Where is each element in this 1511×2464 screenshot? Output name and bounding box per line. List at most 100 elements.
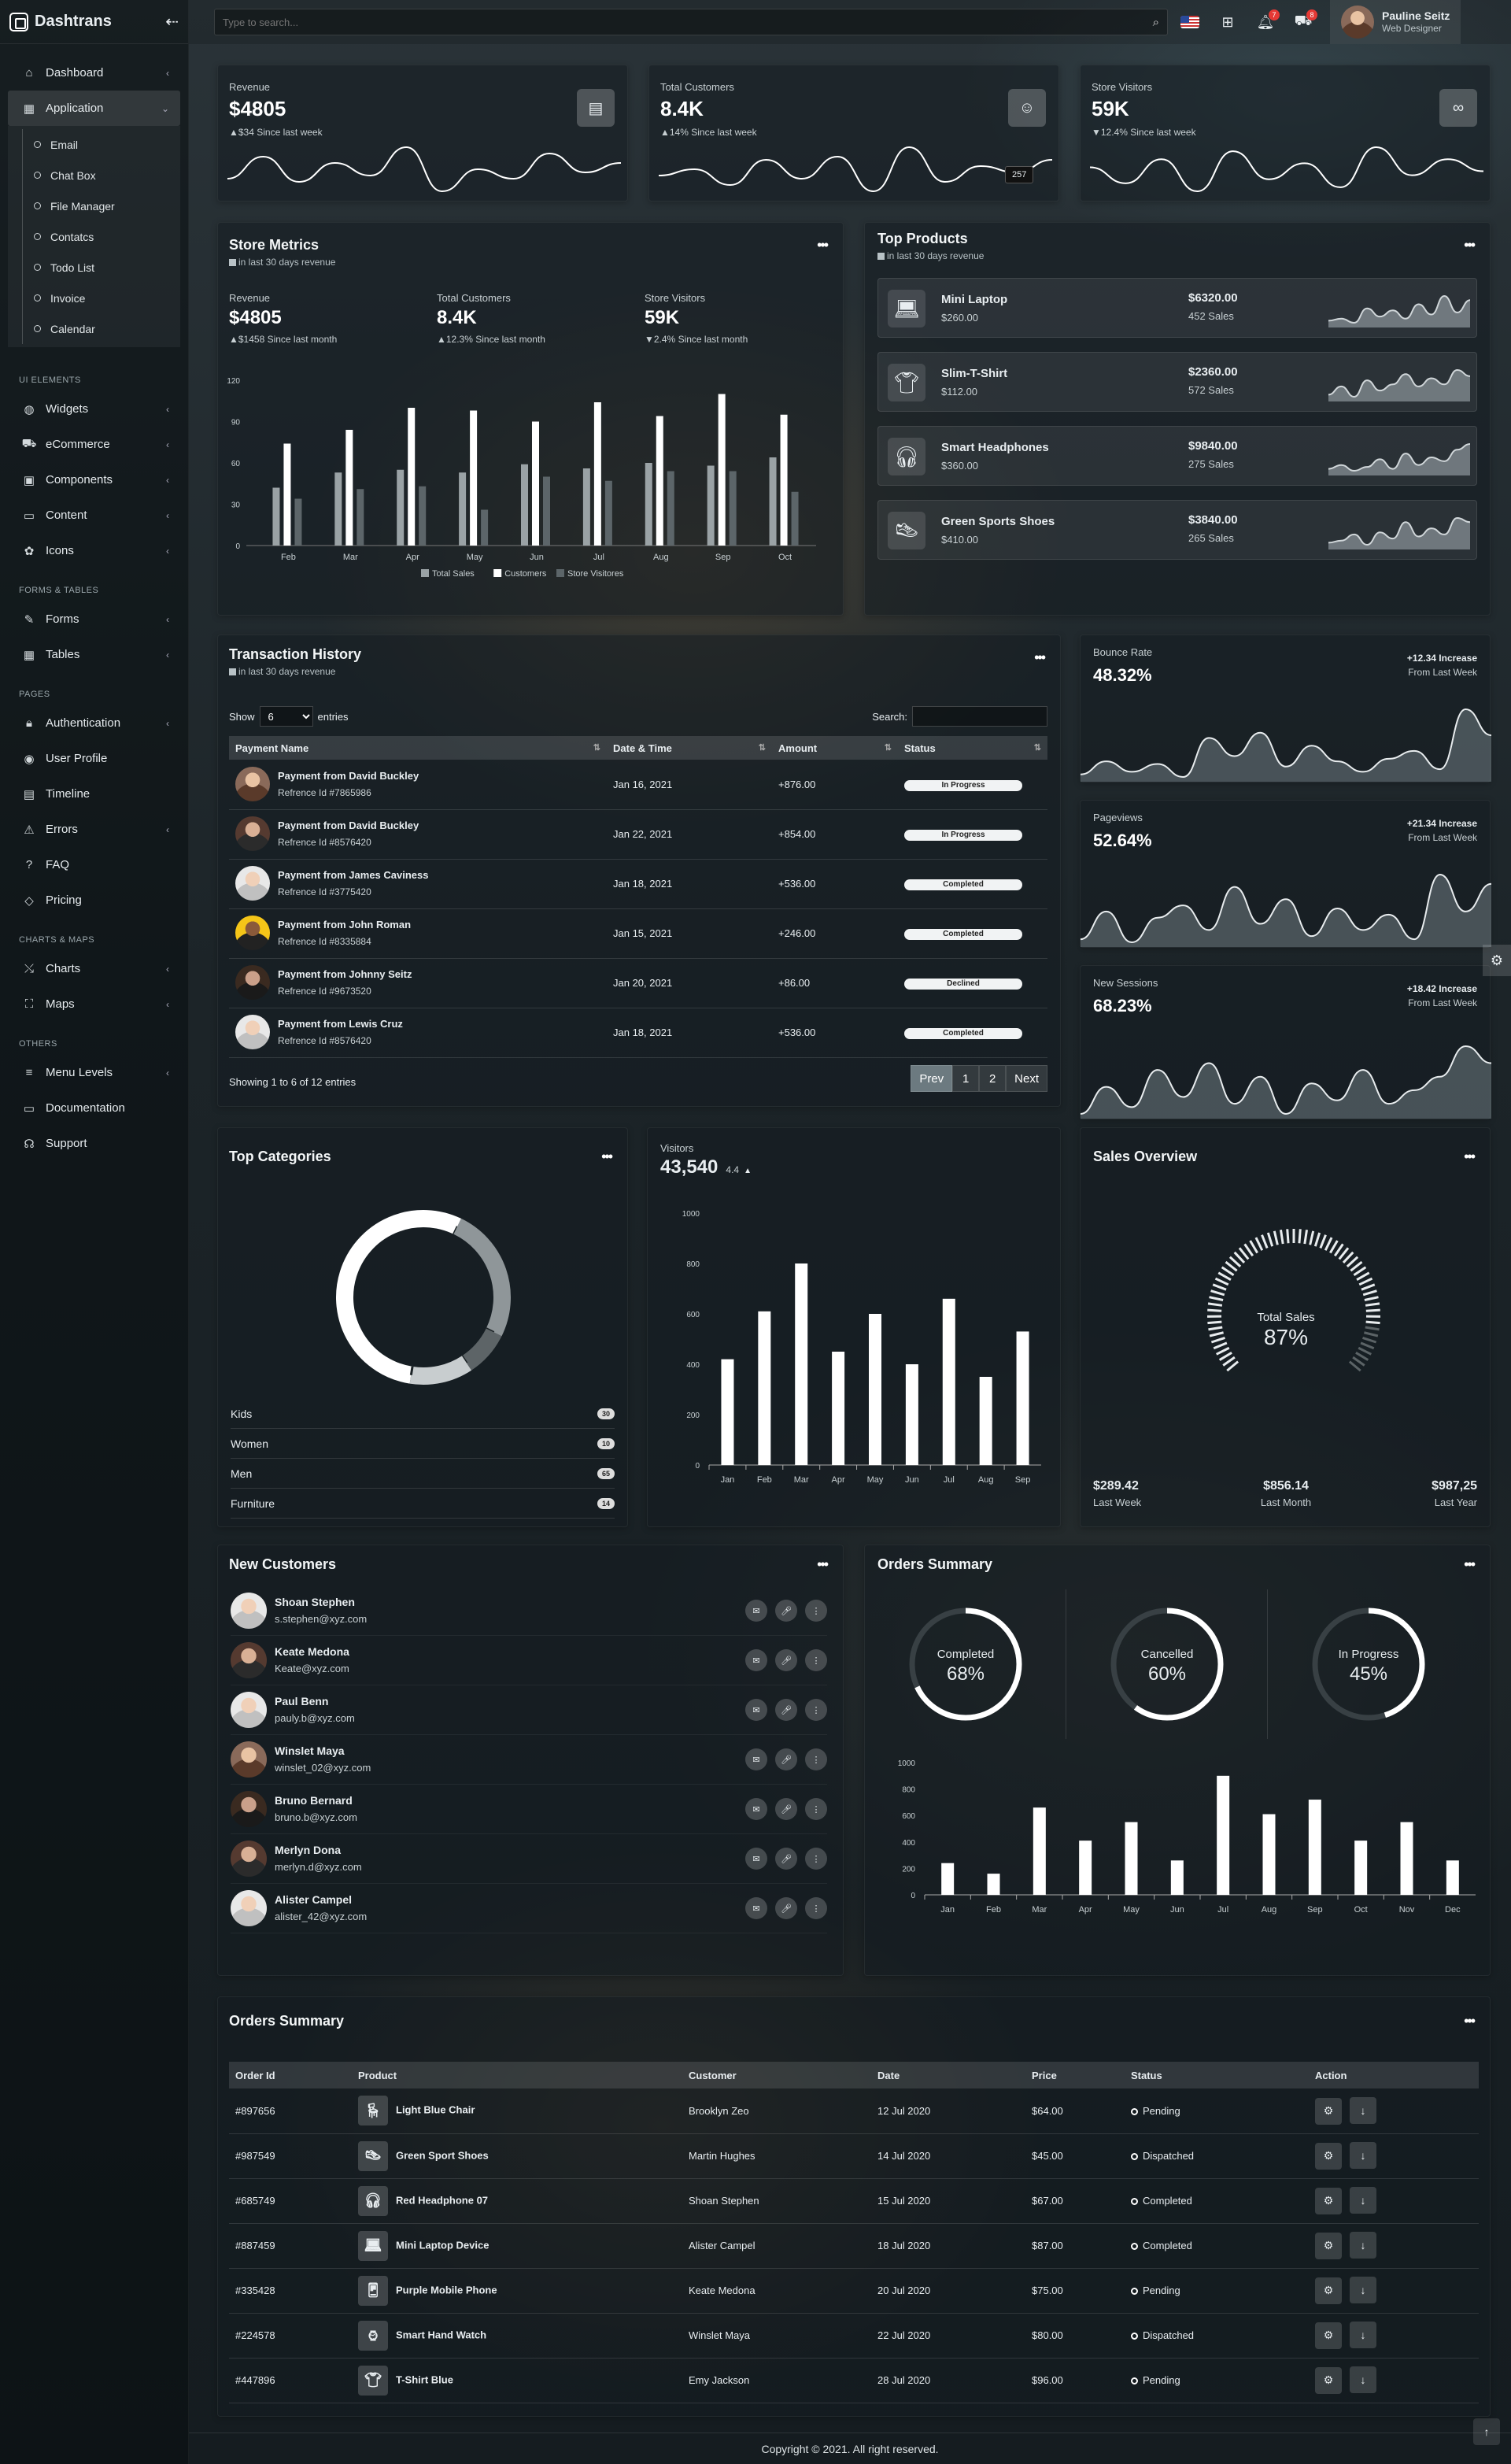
customer-row[interactable]: Shoan Stephen s.stephen@xyz.com ✉ 🎤︎ ⋮ — [231, 1586, 827, 1636]
sidebar-item-ecommerce[interactable]: ⛟ eCommerce ‹ — [8, 427, 180, 462]
sidebar-item-maps[interactable]: ⛶ Maps ‹ — [8, 986, 180, 1022]
mail-icon[interactable]: ✉ — [745, 1798, 767, 1820]
table-row[interactable]: Payment from Johnny Seitz Refrence Id #96… — [229, 958, 1047, 1008]
apps-button[interactable]: ⊞ — [1212, 6, 1243, 38]
more-menu-button[interactable]: ••• — [601, 1149, 613, 1165]
settings-icon[interactable]: ⚙ — [1315, 2277, 1342, 2304]
column-header[interactable]: Action — [1309, 2062, 1479, 2088]
back-to-top-button[interactable]: ↑ — [1473, 2418, 1500, 2445]
arrow-down-icon[interactable]: ↓ — [1350, 2366, 1376, 2394]
mail-icon[interactable]: ✉ — [745, 1897, 767, 1919]
column-header[interactable]: Date & Time ⇅ — [607, 736, 772, 760]
table-row[interactable]: Payment from David Buckley Refrence Id #7… — [229, 760, 1047, 810]
sidebar-item-charts[interactable]: ⤯ Charts ‹ — [8, 951, 180, 986]
table-search-input[interactable] — [912, 706, 1047, 727]
table-row[interactable]: #897656 🪑︎ Light Blue Chair Brooklyn Zeo 12 … — [229, 2088, 1479, 2134]
submenu-item-invoice[interactable]: Invoice — [23, 283, 180, 313]
cart-button[interactable]: ⛟ 8 — [1287, 6, 1319, 38]
submenu-item-todo-list[interactable]: Todo List — [23, 252, 180, 283]
column-header[interactable]: Product — [352, 2062, 682, 2088]
more-menu-button[interactable]: ••• — [1464, 2013, 1476, 2029]
submenu-item-file-manager[interactable]: File Manager — [23, 191, 180, 221]
settings-icon[interactable]: ⚙ — [1315, 2232, 1342, 2259]
settings-icon[interactable]: ⚙ — [1315, 2322, 1342, 2349]
column-header[interactable]: Payment Name ⇅ — [229, 736, 607, 760]
submenu-item-calendar[interactable]: Calendar — [23, 313, 180, 344]
more-menu-button[interactable]: ••• — [1464, 1556, 1476, 1573]
next-page-button[interactable]: Next — [1006, 1065, 1047, 1092]
sidebar-item-pricing[interactable]: ◇ Pricing — [8, 882, 180, 918]
settings-icon[interactable]: ⚙ — [1315, 2097, 1342, 2125]
column-header[interactable]: Status — [1125, 2062, 1309, 2088]
column-header[interactable]: Amount ⇅ — [772, 736, 898, 760]
table-row[interactable]: #987549 👟︎ Green Sport Shoes Martin Hughes 1… — [229, 2133, 1479, 2179]
customer-row[interactable]: Bruno Bernard bruno.b@xyz.com ✉ 🎤︎ ⋮ — [231, 1785, 827, 1834]
category-row[interactable]: Furniture 14 — [231, 1489, 615, 1519]
more-menu-button[interactable]: ••• — [1464, 237, 1476, 253]
table-row[interactable]: Payment from Lewis Cruz Refrence Id #8576… — [229, 1008, 1047, 1058]
sidebar-item-timeline[interactable]: ▤ Timeline — [8, 776, 180, 812]
page-2-button[interactable]: 2 — [979, 1065, 1007, 1092]
category-row[interactable]: Women 10 — [231, 1429, 615, 1459]
product-row[interactable]: 🎧︎ Smart Headphones $360.00 $9840.00 275 Sal… — [877, 426, 1477, 486]
column-header[interactable]: Status ⇅ — [898, 736, 1047, 760]
submenu-item-chat-box[interactable]: Chat Box — [23, 160, 180, 191]
user-menu[interactable]: Pauline Seitz Web Designer — [1330, 0, 1461, 44]
microphone-icon[interactable]: 🎤︎ — [775, 1748, 797, 1770]
table-row[interactable]: Payment from John Roman Refrence Id #8335… — [229, 908, 1047, 959]
microphone-icon[interactable]: 🎤︎ — [775, 1600, 797, 1622]
sidebar-item-errors[interactable]: ⚠ Errors ‹ — [8, 812, 180, 847]
sidebar-item-content[interactable]: ▭ Content ‹ — [8, 498, 180, 533]
table-row[interactable]: Payment from David Buckley Refrence Id #8… — [229, 809, 1047, 860]
sidebar-item-application[interactable]: ▦ Application ⌄ — [8, 91, 180, 126]
more-vertical-icon[interactable]: ⋮ — [805, 1798, 827, 1820]
more-vertical-icon[interactable]: ⋮ — [805, 1748, 827, 1770]
column-header[interactable]: Price — [1025, 2062, 1125, 2088]
sidebar-item-menu-levels[interactable]: ≡ Menu Levels ‹ — [8, 1055, 180, 1090]
table-row[interactable]: #335428 📱︎ Purple Mobile Phone Keate Medona… — [229, 2268, 1479, 2314]
arrow-left-icon[interactable]: ⇠ — [165, 12, 179, 31]
more-vertical-icon[interactable]: ⋮ — [805, 1600, 827, 1622]
product-row[interactable]: 💻︎ Mini Laptop $260.00 $6320.00 452 Sales — [877, 278, 1477, 338]
more-vertical-icon[interactable]: ⋮ — [805, 1649, 827, 1671]
settings-icon[interactable]: ⚙ — [1315, 2187, 1342, 2214]
settings-icon[interactable]: ⚙ — [1315, 2142, 1342, 2170]
mail-icon[interactable]: ✉ — [745, 1649, 767, 1671]
table-row[interactable]: #887459 💻︎ Mini Laptop Device Alister Campe… — [229, 2223, 1479, 2269]
table-row[interactable]: #685749 🎧︎ Red Headphone 07 Shoan Stephen 15… — [229, 2178, 1479, 2224]
mail-icon[interactable]: ✉ — [745, 1848, 767, 1870]
table-row[interactable]: #447896 👕︎ T-Shirt Blue Emy Jackson 28 Jul 2… — [229, 2358, 1479, 2403]
microphone-icon[interactable]: 🎤︎ — [775, 1699, 797, 1721]
sidebar-item-tables[interactable]: ▦ Tables ‹ — [8, 637, 180, 672]
sidebar-item-components[interactable]: ▣ Components ‹ — [8, 462, 180, 498]
logo[interactable]: Dashtrans ⇠ — [0, 0, 188, 44]
settings-gear-icon[interactable]: ⚙ — [1483, 945, 1511, 976]
sidebar-item-dashboard[interactable]: ⌂ Dashboard ‹ — [8, 55, 180, 91]
more-vertical-icon[interactable]: ⋮ — [805, 1699, 827, 1721]
category-row[interactable]: Kids 30 — [231, 1399, 615, 1429]
arrow-down-icon[interactable]: ↓ — [1350, 2097, 1376, 2124]
column-header[interactable]: Date — [871, 2062, 1025, 2088]
arrow-down-icon[interactable]: ↓ — [1350, 2232, 1376, 2259]
more-vertical-icon[interactable]: ⋮ — [805, 1897, 827, 1919]
customer-row[interactable]: Paul Benn pauly.b@xyz.com ✉ 🎤︎ ⋮ — [231, 1685, 827, 1735]
sidebar-item-authentication[interactable]: 🔒︎ Authentication ‹ — [8, 705, 180, 741]
sidebar-item-forms[interactable]: ✎ Forms ‹ — [8, 601, 180, 637]
sidebar-item-faq[interactable]: ? FAQ — [8, 847, 180, 882]
search-icon[interactable]: ⌕ — [1153, 16, 1159, 29]
arrow-down-icon[interactable]: ↓ — [1350, 2277, 1376, 2304]
arrow-down-icon[interactable]: ↓ — [1350, 2142, 1376, 2170]
column-header[interactable]: Customer — [682, 2062, 871, 2088]
mail-icon[interactable]: ✉ — [745, 1600, 767, 1622]
submenu-item-email[interactable]: Email — [23, 129, 180, 160]
prev-page-button[interactable]: Prev — [911, 1065, 953, 1092]
mail-icon[interactable]: ✉ — [745, 1699, 767, 1721]
sidebar-item-support[interactable]: ☊ Support — [8, 1126, 180, 1161]
more-menu-button[interactable]: ••• — [1034, 649, 1046, 666]
notifications-button[interactable]: 🔔︎ 7 — [1250, 6, 1281, 38]
more-menu-button[interactable]: ••• — [817, 237, 829, 253]
arrow-down-icon[interactable]: ↓ — [1350, 2322, 1376, 2349]
microphone-icon[interactable]: 🎤︎ — [775, 1649, 797, 1671]
search-input[interactable] — [223, 16, 1153, 28]
customer-row[interactable]: Winslet Maya winslet_02@xyz.com ✉ 🎤︎ ⋮ — [231, 1735, 827, 1785]
